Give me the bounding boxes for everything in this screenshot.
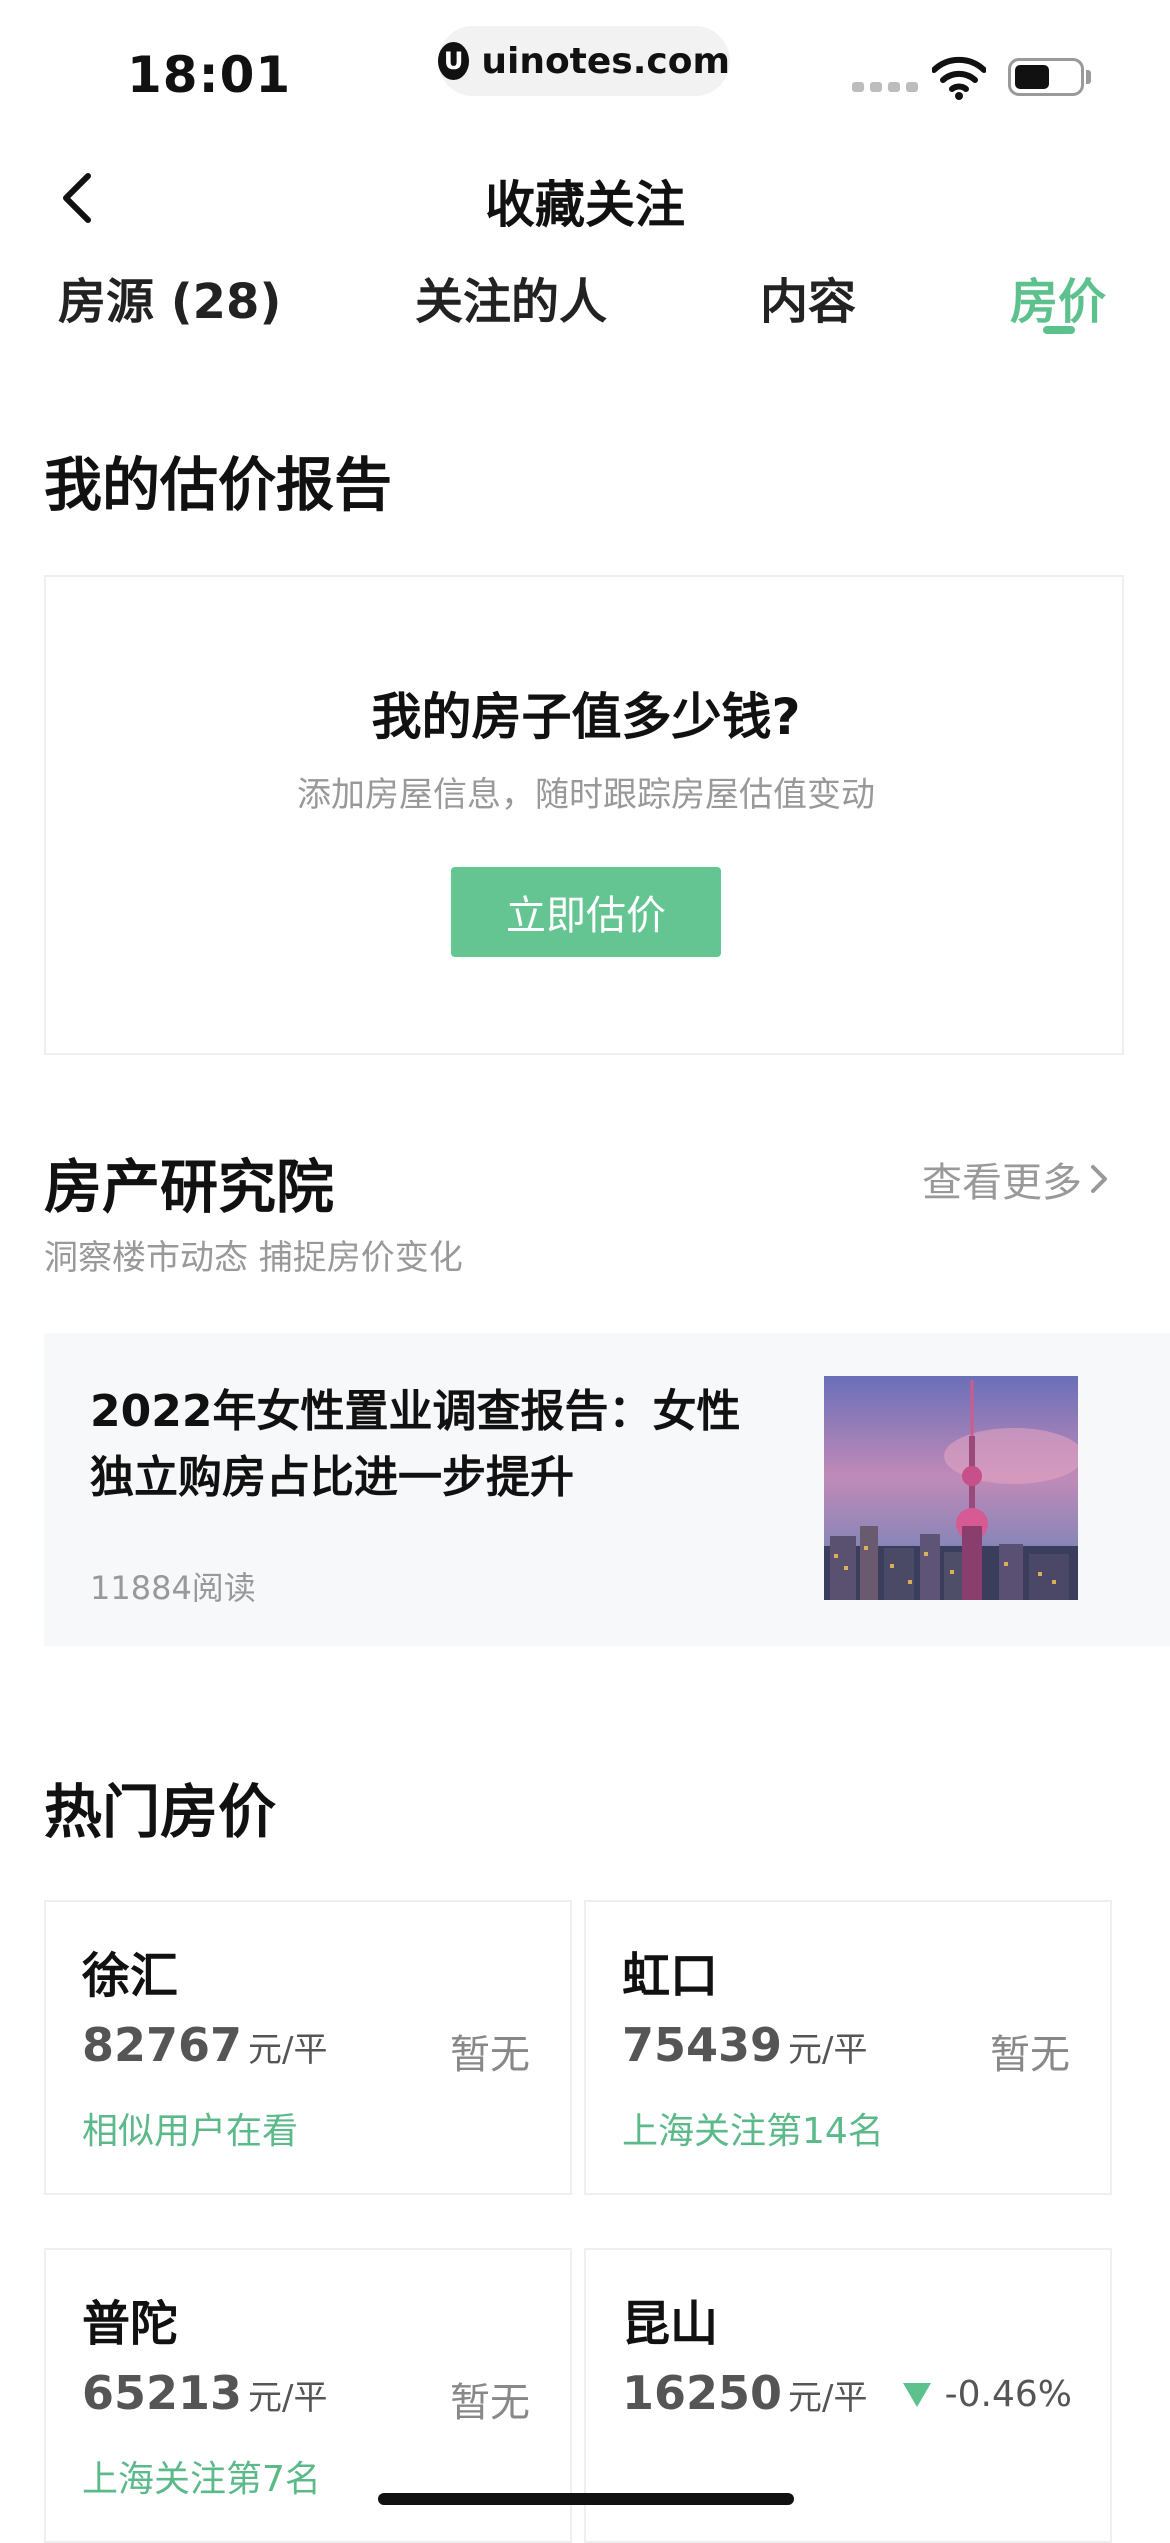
district-name: 徐汇 (82, 1948, 179, 2004)
article-card[interactable]: 2022年女性置业调查报告：女性独立购房占比进一步提升 11884阅读 (44, 1333, 1170, 1646)
estimate-section-title: 我的估价报告 (44, 451, 393, 519)
price-card-xuhui[interactable]: 徐汇 82767 元/平 暂无 相似用户在看 (44, 1900, 572, 2195)
tab-content[interactable]: 内容 (760, 262, 856, 332)
tab-listings[interactable]: 房源 (28) (58, 262, 281, 332)
site-logo-icon: U (438, 42, 470, 80)
down-triangle-icon (902, 2382, 931, 2407)
article-read-count: 11884阅读 (90, 1569, 256, 1607)
district-note: 上海关注第14名 (622, 2111, 884, 2152)
url-text: uinotes.com (481, 40, 730, 82)
view-more-link[interactable]: 查看更多 (922, 1150, 1110, 1208)
price-change-value: -0.46% (944, 2374, 1072, 2415)
url-pill[interactable]: U uinotes.com (438, 26, 730, 96)
price-change-status: 暂无 (450, 2032, 530, 2078)
price-change-status: 暂无 (990, 2032, 1070, 2078)
research-subtitle: 洞察楼市动态 捕捉房价变化 (44, 1238, 463, 1278)
tab-house-prices[interactable]: 房价 (1010, 262, 1106, 332)
chevron-right-icon (1091, 1165, 1107, 1193)
price-change: -0.46% (902, 2374, 1072, 2415)
estimate-subtitle: 添加房屋信息，随时跟踪房屋估值变动 (297, 775, 875, 815)
article-title: 2022年女性置业调查报告：女性独立购房占比进一步提升 (90, 1386, 741, 1503)
estimate-question: 我的房子值多少钱? (371, 688, 801, 746)
price-change-status: 暂无 (450, 2380, 530, 2426)
district-price: 75439 元/平 (622, 2018, 868, 2072)
district-note: 相似用户在看 (82, 2111, 299, 2152)
home-indicator[interactable] (378, 2493, 794, 2505)
district-price: 65213 元/平 (82, 2366, 328, 2420)
district-price: 82767 元/平 (82, 2018, 328, 2072)
page-title: 收藏关注 (485, 176, 685, 234)
district-name: 昆山 (622, 2296, 719, 2352)
view-more-label: 查看更多 (922, 1160, 1082, 1206)
active-tab-indicator (1043, 326, 1075, 334)
hot-prices-title: 热门房价 (44, 1778, 277, 1846)
estimate-card: 我的房子值多少钱? 添加房屋信息，随时跟踪房屋估值变动 立即估价 (44, 575, 1124, 1055)
battery-icon (1008, 58, 1084, 96)
tab-followed-people[interactable]: 关注的人 (415, 262, 607, 332)
research-section-title: 房产研究院 (44, 1153, 335, 1221)
district-name: 普陀 (82, 2296, 179, 2352)
district-note: 上海关注第7名 (82, 2459, 321, 2500)
wifi-icon (932, 56, 986, 100)
article-thumbnail-image (824, 1376, 1078, 1600)
status-time: 18:01 (127, 46, 292, 104)
cellular-signal-icon (852, 82, 918, 92)
district-name: 虹口 (622, 1948, 719, 2004)
price-card-hongkou[interactable]: 虹口 75439 元/平 暂无 上海关注第14名 (584, 1900, 1112, 2195)
district-price: 16250 元/平 (622, 2366, 868, 2420)
battery-tip (1086, 70, 1091, 84)
estimate-now-button[interactable]: 立即估价 (451, 867, 721, 957)
